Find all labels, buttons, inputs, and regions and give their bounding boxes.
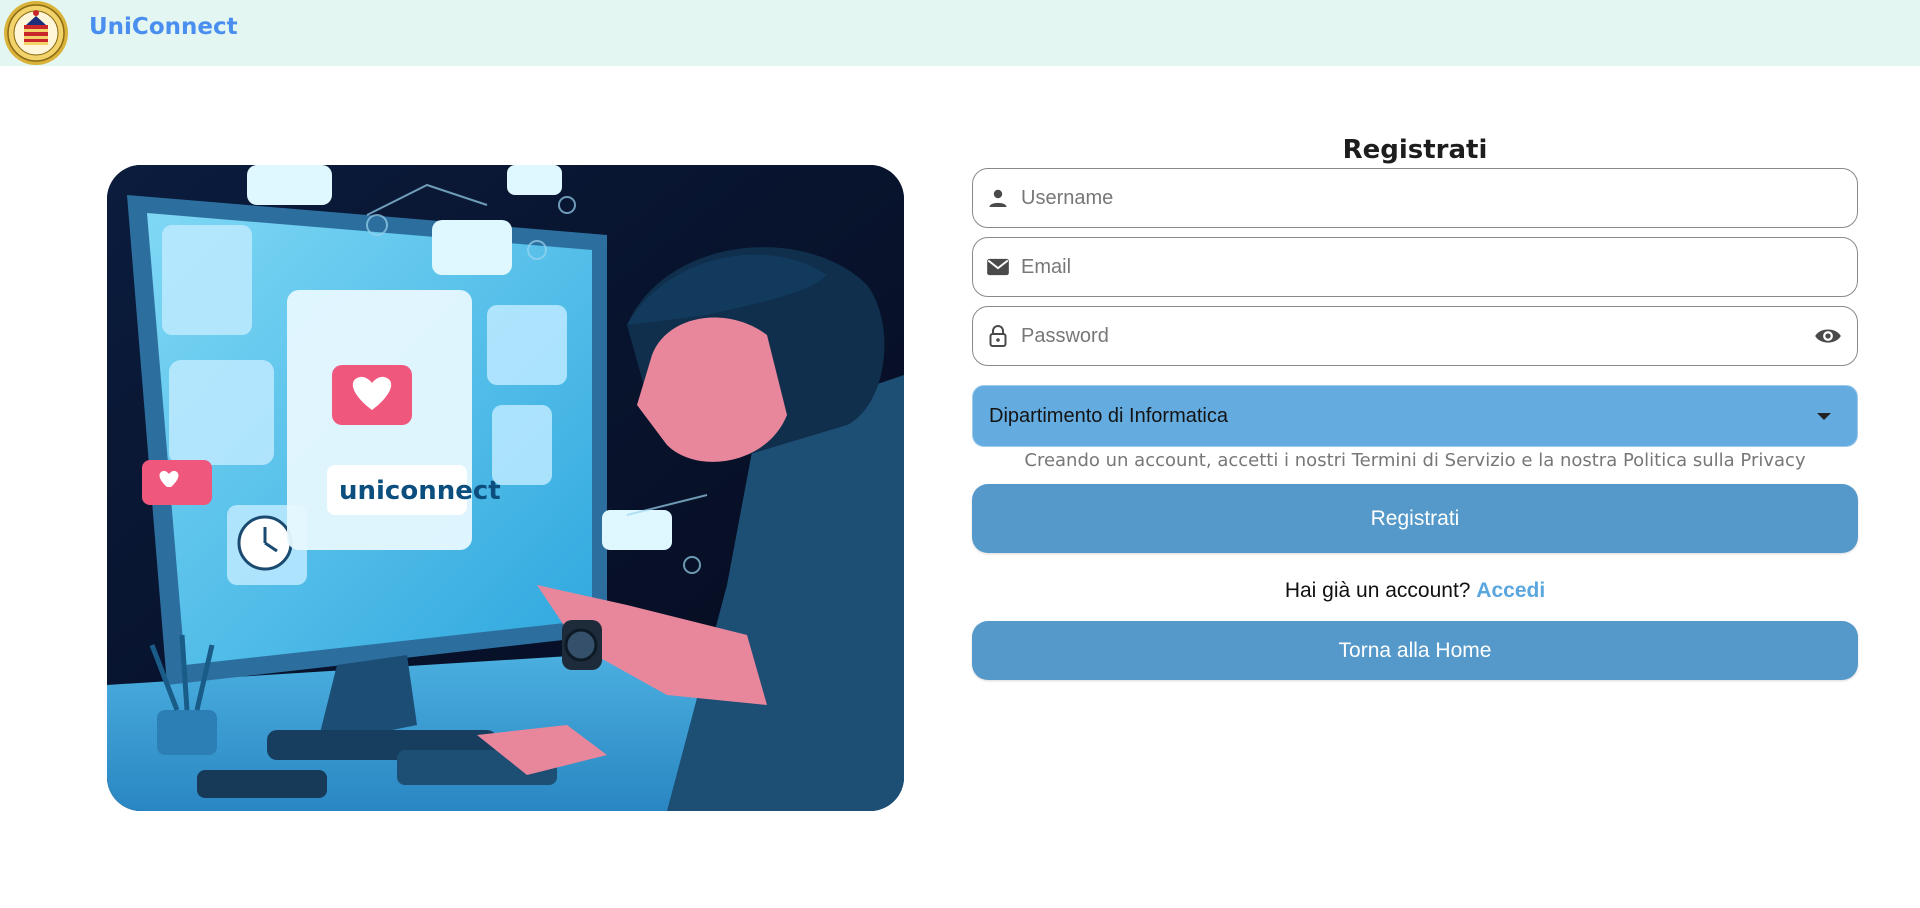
email-field[interactable] bbox=[972, 237, 1858, 297]
lock-icon bbox=[985, 323, 1011, 349]
department-select[interactable]: Dipartimento di Informatica bbox=[972, 385, 1858, 447]
form-title: Registrati bbox=[1342, 135, 1488, 165]
email-input[interactable] bbox=[1021, 238, 1857, 296]
register-button[interactable]: Registrati bbox=[972, 484, 1858, 553]
top-bar: UniConnect bbox=[0, 0, 1920, 66]
registration-form: Registrati Dipartimento di Informatica C… bbox=[972, 130, 1858, 680]
terms-notice: Creando un account, accetti i nostri Ter… bbox=[1024, 450, 1806, 471]
mail-icon bbox=[985, 254, 1011, 280]
department-selected: Dipartimento di Informatica bbox=[989, 404, 1228, 427]
home-button[interactable]: Torna alla Home bbox=[972, 621, 1858, 680]
screen-brand-text: uniconnect bbox=[339, 476, 501, 506]
login-prompt: Hai già un account? Accedi bbox=[972, 579, 1858, 603]
eye-icon[interactable] bbox=[1813, 321, 1843, 351]
have-account-text: Hai già un account? bbox=[1284, 579, 1477, 602]
username-field[interactable] bbox=[972, 168, 1858, 228]
brand-name[interactable]: UniConnect bbox=[89, 14, 238, 40]
chevron-down-icon bbox=[1817, 412, 1831, 420]
username-input[interactable] bbox=[1021, 169, 1857, 227]
login-link[interactable]: Accedi bbox=[1476, 579, 1545, 602]
password-input[interactable] bbox=[1021, 307, 1813, 365]
university-seal-logo[interactable] bbox=[2, 0, 70, 66]
password-field[interactable] bbox=[972, 306, 1858, 366]
person-icon bbox=[985, 185, 1011, 211]
hero-illustration: uniconnect bbox=[107, 165, 904, 811]
